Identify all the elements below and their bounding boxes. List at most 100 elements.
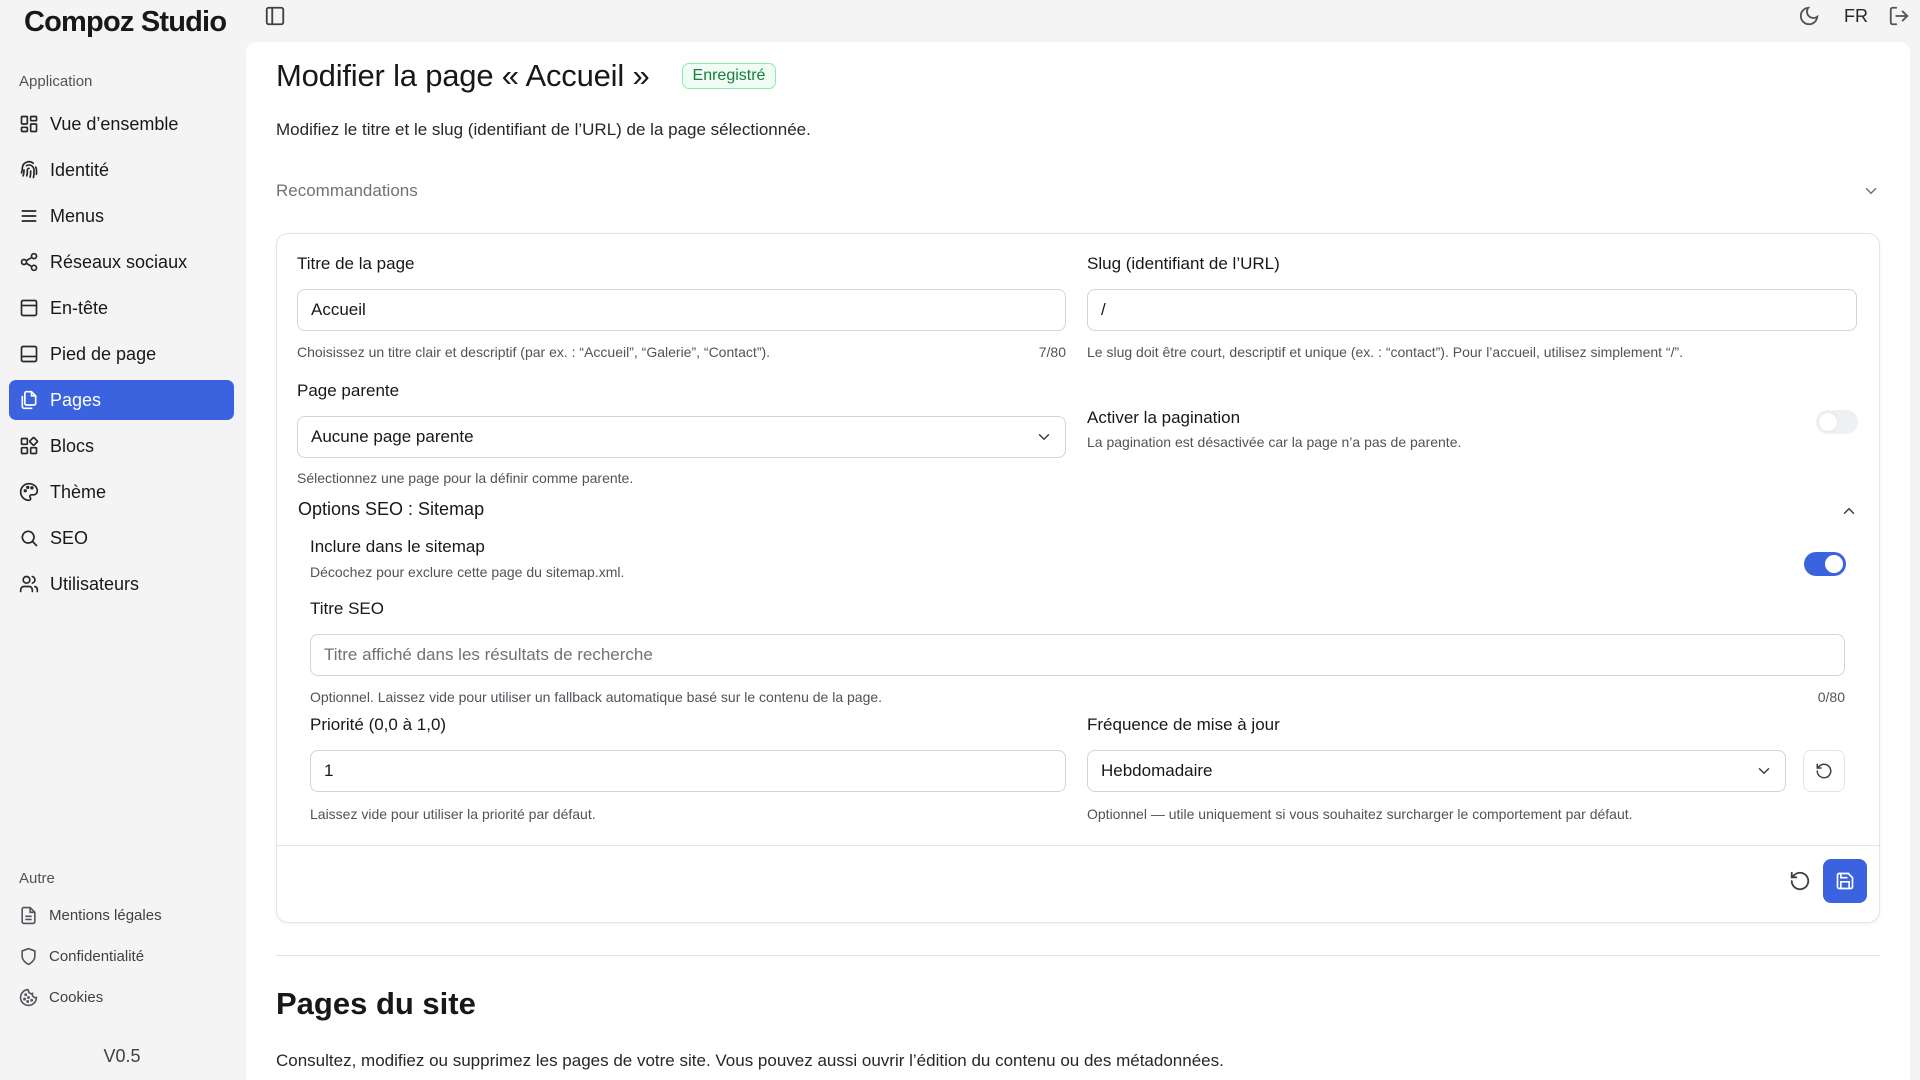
chevron-down-icon — [1865, 188, 1877, 195]
chevron-down-icon — [1758, 768, 1770, 775]
pagination-label: Activer la pagination — [1087, 408, 1241, 427]
sidebar-item-label: Utilisateurs — [50, 573, 140, 594]
sidebar-item-cookies[interactable]: Cookies — [9, 980, 234, 1014]
priority-hint: Laissez vide pour utiliser la priorité p… — [310, 806, 596, 822]
site-pages-description: Consultez, modifiez ou supprimez les pag… — [276, 1051, 1224, 1070]
page-description: Modifiez le titre et le slug (identifian… — [276, 120, 811, 139]
page-title: Modifier la page « Accueil » — [276, 58, 650, 93]
frequency-hint: Optionnel — utile uniquement si vous sou… — [1087, 806, 1633, 822]
sidebar-item-label: Menus — [50, 205, 105, 226]
document-icon — [21, 906, 36, 924]
frequency-value: Hebdomadaire — [1101, 761, 1213, 780]
users-icon — [19, 575, 39, 593]
moon-icon — [1799, 6, 1819, 26]
brand-logo[interactable]: Compoz Studio — [24, 4, 227, 40]
chevron-down-icon — [1038, 434, 1050, 441]
sidebar-item-blocks[interactable]: Blocs — [9, 426, 234, 466]
sidebar-item-seo[interactable]: SEO — [9, 518, 234, 558]
sidebar-item-label: Cookies — [49, 988, 104, 1006]
priority-input[interactable] — [310, 750, 1066, 792]
seo-title-input[interactable] — [310, 634, 1845, 676]
sidebar-nav-other: Mentions légales Confidentialité Cookies — [9, 898, 234, 1021]
sidebar-item-label: Identité — [50, 159, 110, 180]
sidebar-item-label: Pied de page — [50, 343, 157, 364]
sidebar-group-application: Application — [19, 73, 93, 90]
shield-icon — [21, 947, 36, 965]
palette-icon — [19, 482, 39, 502]
sidebar-item-menus[interactable]: Menus — [9, 196, 234, 236]
section-divider — [276, 955, 1880, 956]
header-layout-icon — [20, 299, 38, 317]
page-title-input[interactable] — [297, 289, 1066, 331]
sidebar-item-label: Pages — [50, 389, 102, 410]
cookie-icon — [19, 988, 38, 1006]
sidebar-item-pages[interactable]: Pages — [9, 380, 234, 420]
save-button[interactable] — [1823, 859, 1867, 903]
sidebar-item-footer[interactable]: Pied de page — [9, 334, 234, 374]
sidebar-item-social[interactable]: Réseaux sociaux — [9, 242, 234, 282]
sidebar-item-label: Vue d’ensemble — [50, 113, 179, 134]
blocks-icon — [20, 436, 39, 455]
save-icon — [1836, 872, 1854, 890]
chevron-up-icon[interactable] — [1840, 502, 1858, 520]
slug-label: Slug (identifiant de l’URL) — [1087, 254, 1280, 273]
sitemap-include-toggle[interactable] — [1804, 552, 1846, 576]
frequency-select[interactable]: Hebdomadaire — [1087, 750, 1786, 792]
site-pages-title: Pages du site — [276, 986, 476, 1021]
recommendations-label: Recommandations — [276, 181, 418, 200]
seo-title-counter: 0/80 — [1817, 689, 1845, 705]
sidebar-item-identity[interactable]: Identité — [9, 150, 234, 190]
frequency-label: Fréquence de mise à jour — [1087, 715, 1280, 734]
sidebar-item-theme[interactable]: Thème — [9, 472, 234, 512]
slug-hint: Le slug doit être court, descriptif et u… — [1087, 344, 1684, 360]
rotate-ccw-icon — [1790, 871, 1810, 891]
card-footer — [277, 845, 1879, 846]
app-version: V0.5 — [103, 1046, 141, 1066]
search-icon — [21, 530, 38, 547]
frequency-reset-button[interactable] — [1803, 750, 1845, 792]
page-title-hint: Choisissez un titre clair et descriptif … — [297, 344, 771, 360]
share-icon — [20, 252, 38, 272]
parent-page-value: Aucune page parente — [311, 427, 474, 446]
menu-lines-icon — [21, 210, 37, 222]
page-title-label: Titre de la page — [297, 254, 415, 273]
grid-icon — [20, 115, 38, 133]
language-switch[interactable]: FR — [1844, 6, 1868, 27]
dark-mode-button[interactable] — [1798, 5, 1820, 27]
sidebar-item-privacy[interactable]: Confidentialité — [9, 939, 234, 973]
status-badge: Enregistré — [681, 63, 777, 89]
pagination-hint: La pagination est désactivée car la page… — [1087, 434, 1462, 450]
pages-copy-icon — [21, 390, 37, 410]
page-header: Modifier la page « Accueil » Enregistré — [276, 58, 777, 94]
seo-sitemap-section-toggle[interactable]: Options SEO : Sitemap — [298, 499, 484, 520]
sidebar-group-other: Autre — [19, 870, 55, 887]
recommendations-toggle[interactable]: Recommandations — [276, 176, 1880, 206]
logout-button[interactable] — [1888, 5, 1910, 27]
sidebar-item-users[interactable]: Utilisateurs — [9, 564, 234, 604]
main-panel: Modifier la page « Accueil » Enregistré … — [246, 42, 1910, 1080]
priority-label: Priorité (0,0 à 1,0) — [310, 715, 447, 734]
sitemap-include-label: Inclure dans le sitemap — [310, 537, 485, 556]
sidebar-item-overview[interactable]: Vue d’ensemble — [9, 104, 234, 144]
sidebar-item-label: Mentions légales — [49, 906, 162, 924]
sitemap-include-hint: Décochez pour exclure cette page du site… — [310, 564, 625, 580]
sidebar-item-header[interactable]: En-tête — [9, 288, 234, 328]
pagination-toggle[interactable] — [1816, 410, 1858, 434]
sidebar-item-label: En-tête — [50, 297, 109, 318]
form-reset-button[interactable] — [1789, 870, 1811, 892]
sidebar-item-legal[interactable]: Mentions légales — [9, 898, 234, 932]
fingerprint-icon — [20, 160, 38, 179]
panel-left-icon — [265, 6, 285, 26]
toggle-knob — [1819, 413, 1837, 431]
slug-input[interactable] — [1087, 289, 1857, 331]
page-edit-card: Titre de la page Choisissez un titre cla… — [276, 233, 1880, 923]
toggle-knob — [1825, 555, 1843, 573]
sidebar-nav: Vue d’ensemble Identité Menus Réseaux so… — [9, 104, 234, 610]
sidebar-toggle-button[interactable] — [264, 5, 286, 27]
sidebar-item-label: Blocs — [50, 435, 95, 456]
parent-page-hint: Sélectionnez une page pour la définir co… — [297, 470, 634, 486]
parent-page-select[interactable]: Aucune page parente — [297, 416, 1066, 458]
parent-page-label: Page parente — [297, 381, 400, 400]
page-title-counter: 7/80 — [1038, 344, 1066, 360]
footer-layout-icon — [20, 345, 38, 363]
